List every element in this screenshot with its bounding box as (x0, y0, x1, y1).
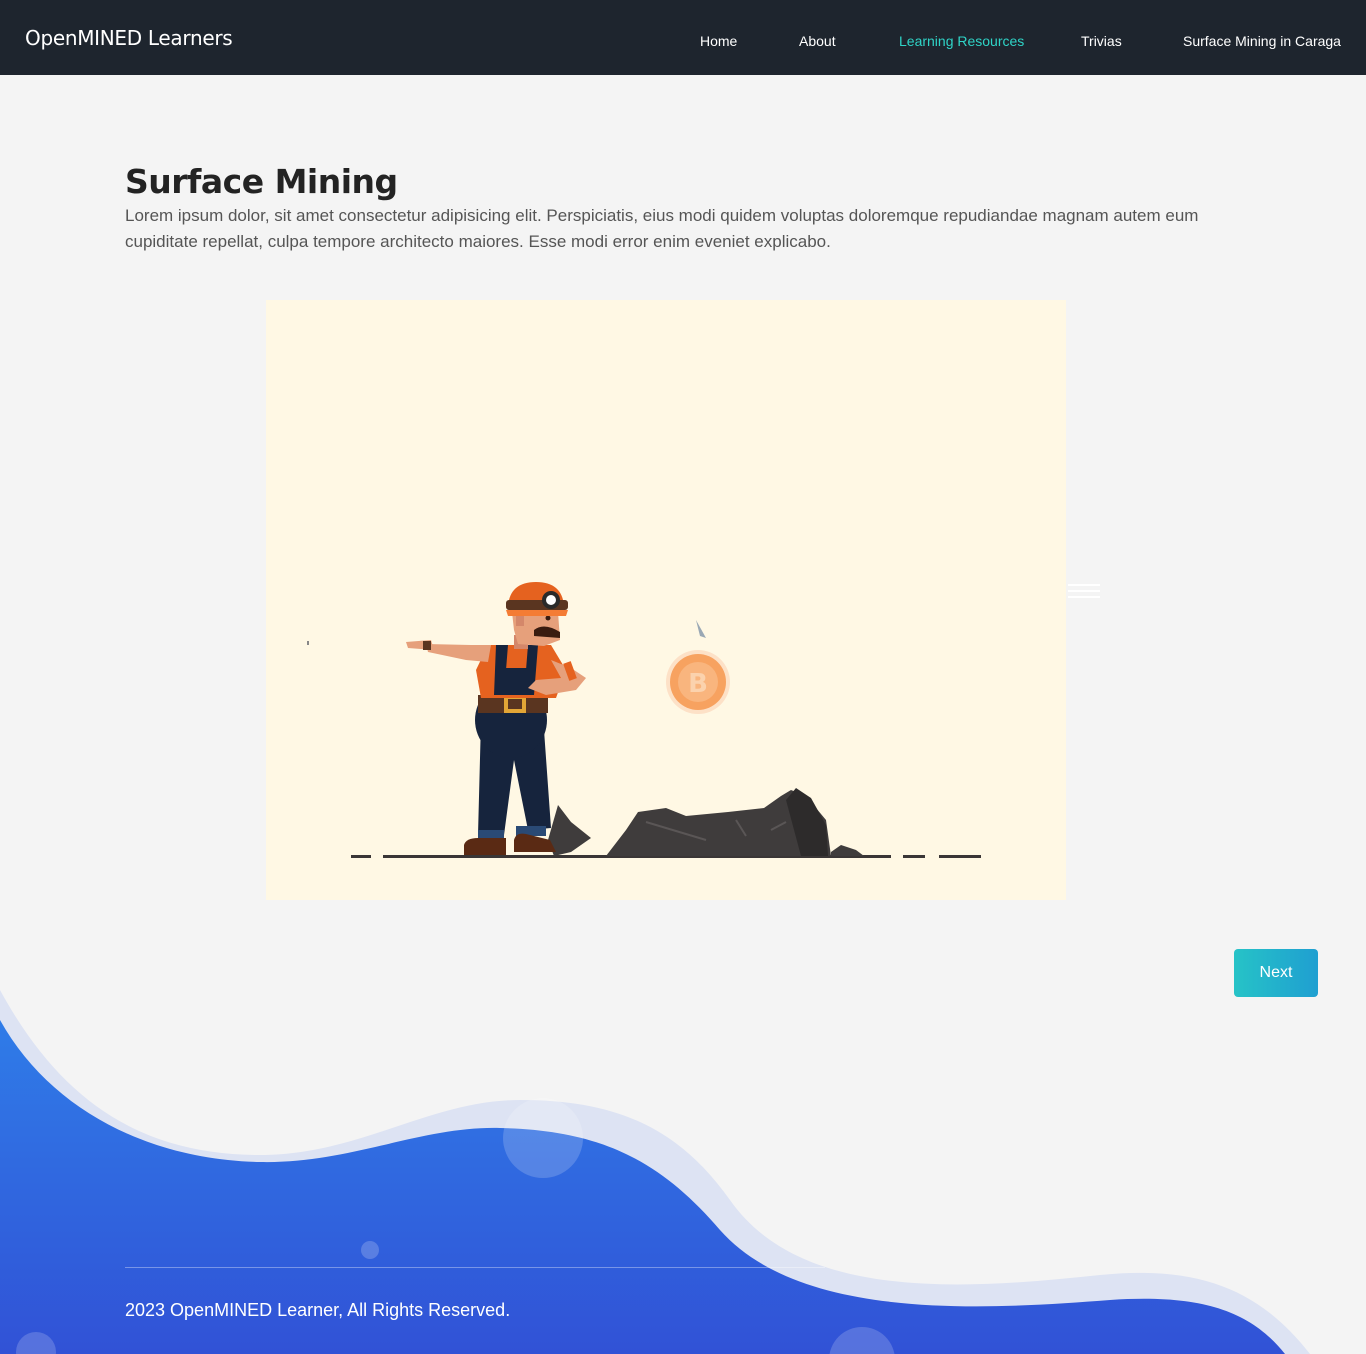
footer-copyright: 2023 OpenMINED Learner, All Rights Reser… (125, 1300, 511, 1320)
decor-bubble (503, 1098, 583, 1178)
bitcoin-coin-icon: B (666, 620, 730, 714)
top-navbar: OpenMINED Learners Home About Learning R… (0, 0, 1366, 75)
miner-scene-svg: B (307, 582, 981, 858)
nav-surface-mining-caraga[interactable]: Surface Mining in Caraga (1183, 33, 1341, 49)
svg-text:B: B (688, 669, 708, 699)
slide-menu-icon[interactable] (1068, 584, 1100, 600)
brand-logo[interactable]: OpenMINED Learners (25, 26, 233, 50)
rock-pile (548, 788, 864, 856)
nav-about[interactable]: About (799, 33, 836, 49)
nav-learning-resources[interactable]: Learning Resources (899, 33, 1024, 49)
miner-illustration: B (266, 300, 1066, 900)
scene-speck (307, 641, 309, 645)
decor-bubble (361, 1241, 379, 1259)
nav-home[interactable]: Home (700, 33, 737, 49)
footer-divider (125, 1267, 825, 1268)
nav-trivias[interactable]: Trivias (1081, 33, 1122, 49)
page-title: Surface Mining (125, 162, 398, 201)
page-description: Lorem ipsum dolor, sit amet consectetur … (125, 206, 1199, 251)
